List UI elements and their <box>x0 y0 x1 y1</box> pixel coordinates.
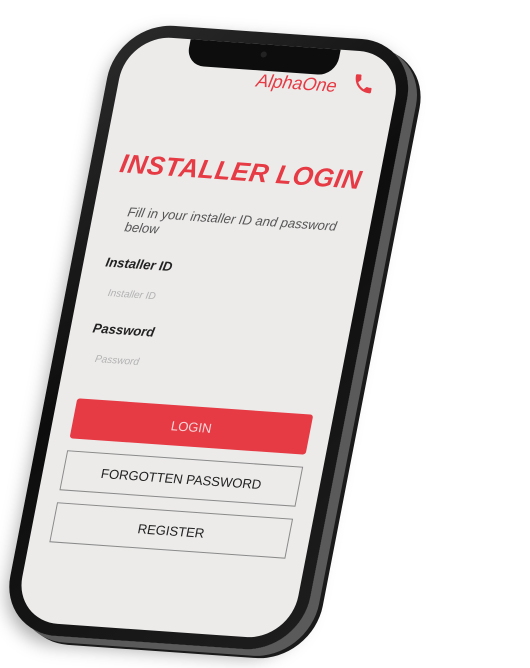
register-button-label: REGISTER <box>136 520 206 541</box>
app-screen: AlphaOne INSTALLER LOGIN Fill in your in… <box>13 34 404 641</box>
installer-id-label: Installer ID <box>104 254 174 275</box>
register-button[interactable]: REGISTER <box>49 502 294 559</box>
phone-handset-icon[interactable] <box>349 71 378 97</box>
installer-id-input[interactable]: Installer ID <box>98 280 335 320</box>
login-button[interactable]: LOGIN <box>69 398 314 455</box>
page-title: INSTALLER LOGIN <box>117 148 365 195</box>
forgotten-password-button[interactable]: FORGOTTEN PASSWORD <box>59 450 304 507</box>
instructions-text: Fill in your installer ID and password b… <box>123 204 339 237</box>
login-button-label: LOGIN <box>169 417 214 436</box>
camera-dot <box>260 51 268 58</box>
password-placeholder: Password <box>94 353 141 368</box>
installer-id-placeholder: Installer ID <box>106 287 157 302</box>
smartphone-frame: AlphaOne INSTALLER LOGIN Fill in your in… <box>0 22 419 653</box>
password-input[interactable]: Password <box>85 346 322 386</box>
product-mockup: AlphaOne INSTALLER LOGIN Fill in your in… <box>0 0 530 668</box>
forgotten-password-label: FORGOTTEN PASSWORD <box>99 465 263 492</box>
brand-logo: AlphaOne <box>254 70 339 96</box>
password-label: Password <box>91 320 156 340</box>
